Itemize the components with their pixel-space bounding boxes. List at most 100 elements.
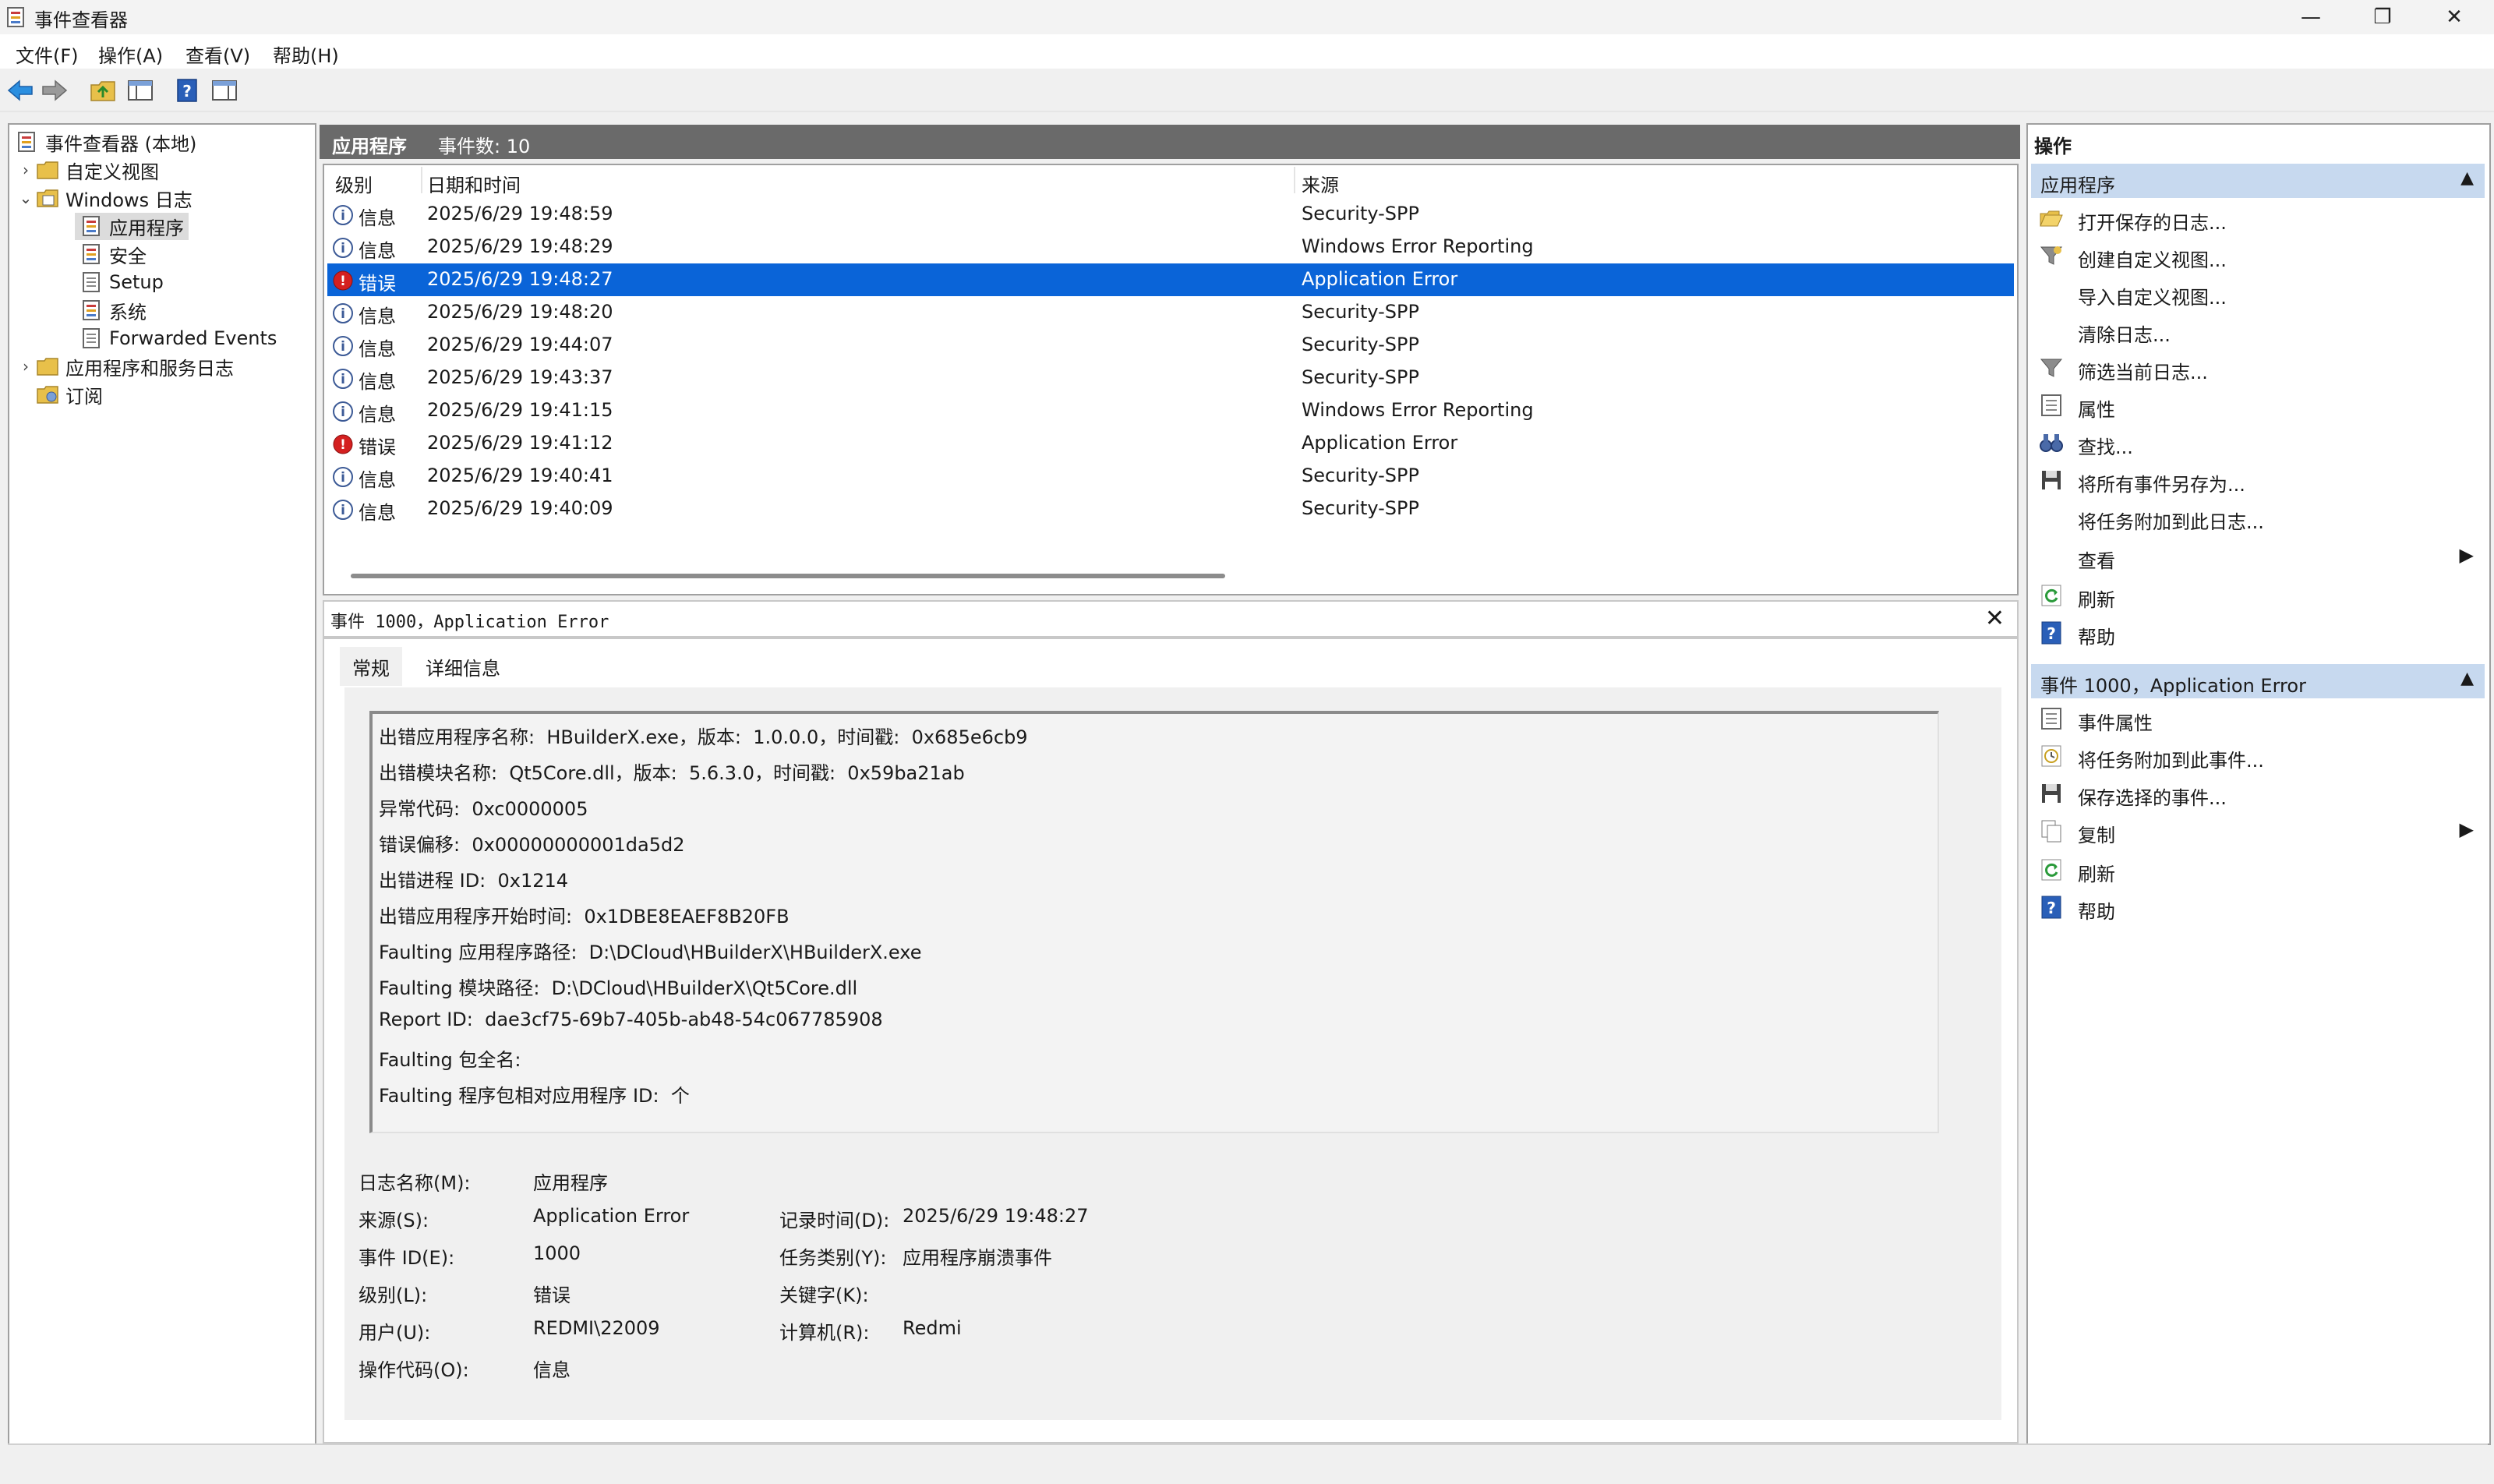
table-row[interactable]: i 信息 2025/6/29 19:43:37 Security-SPP	[327, 362, 2014, 394]
action-attach-task-to-event[interactable]: 将任务附加到此事件...	[2031, 737, 2485, 775]
help-icon: ?	[2041, 896, 2061, 919]
description-line: 出错模块名称: Qt5Core.dll，版本: 5.6.3.0，时间戳: 0x5…	[379, 762, 965, 784]
task-category-label: 任务类别(Y):	[779, 1247, 887, 1269]
tree-item-root[interactable]: 事件查看器 (本地)	[16, 128, 196, 156]
table-row[interactable]: i 信息 2025/6/29 19:40:41 Security-SPP	[327, 460, 2014, 493]
svg-text:i: i	[341, 208, 345, 224]
user-label: 用户(U):	[359, 1322, 431, 1344]
tree-item-custom-views[interactable]: › 自定义视图	[16, 156, 159, 184]
column-header-level[interactable]: 级别	[335, 170, 373, 197]
menu-file[interactable]: 文件(F)	[16, 41, 79, 68]
action-label: 创建自定义视图...	[2078, 249, 2227, 271]
event-detail-title: 事件 1000，Application Error	[330, 613, 609, 632]
description-line: 出错应用程序开始时间: 0x1DBE8EAEF8B20FB	[379, 906, 790, 928]
log-icon	[83, 328, 100, 348]
tree-item-subscriptions[interactable]: 订阅	[36, 380, 103, 408]
tree-item-system[interactable]: 系统	[79, 296, 147, 324]
action-save-selected-events[interactable]: 保存选择的事件...	[2031, 775, 2485, 812]
action-label: 刷新	[2078, 589, 2115, 611]
row-level: 错误	[359, 273, 396, 295]
actions-section-application[interactable]: 应用程序 ▲	[2031, 164, 2485, 198]
help-toolbar-button[interactable]: ?	[171, 75, 203, 106]
action-filter-current-log[interactable]: 筛选当前日志...	[2031, 349, 2485, 387]
horizontal-scrollbar[interactable]	[351, 574, 1225, 578]
chevron-down-icon[interactable]: ⌄	[16, 189, 36, 207]
column-header-datetime[interactable]: 日期和时间	[427, 170, 521, 197]
action-create-custom-view[interactable]: 创建自定义视图...	[2031, 237, 2485, 274]
column-header-source[interactable]: 来源	[1302, 170, 1339, 197]
row-source: Security-SPP	[1302, 301, 1419, 323]
row-source: Application Error	[1302, 432, 1458, 454]
info-icon: i	[333, 467, 353, 487]
table-row[interactable]: ! 错误 2025/6/29 19:48:27 Application Error	[327, 263, 2014, 296]
row-level: 信息	[359, 240, 396, 262]
action-refresh-event[interactable]: 刷新	[2031, 851, 2485, 889]
minimize-button[interactable]: —	[2276, 0, 2346, 34]
table-row[interactable]: i 信息 2025/6/29 19:48:59 Security-SPP	[327, 198, 2014, 231]
show-hide-action-pane-button[interactable]	[209, 75, 240, 106]
console-tree-icon	[128, 80, 153, 101]
show-hide-console-tree-button[interactable]	[125, 75, 156, 106]
back-button[interactable]	[5, 75, 36, 106]
log-icon	[83, 216, 100, 236]
back-arrow-icon	[7, 80, 33, 101]
tree-item-forwarded-events[interactable]: Forwarded Events	[79, 324, 277, 352]
action-label: 事件属性	[2078, 712, 2153, 734]
table-row[interactable]: i 信息 2025/6/29 19:41:15 Windows Error Repor…	[327, 394, 2014, 427]
tree-item-windows-logs[interactable]: ⌄ Windows 日志	[16, 184, 193, 212]
close-window-button[interactable]: ✕	[2419, 0, 2489, 34]
action-refresh[interactable]: 刷新	[2031, 577, 2485, 614]
column-divider[interactable]	[421, 167, 422, 193]
actions-section-event[interactable]: 事件 1000，Application Error ▲	[2031, 664, 2485, 698]
row-source: Security-SPP	[1302, 334, 1419, 355]
chevron-right-icon[interactable]: ›	[16, 357, 36, 376]
collapse-arrow-icon[interactable]: ▲	[2460, 168, 2474, 188]
table-row[interactable]: i 信息 2025/6/29 19:48:20 Security-SPP	[327, 296, 2014, 329]
menu-view[interactable]: 查看(V)	[185, 41, 250, 68]
action-import-custom-view[interactable]: 导入自定义视图...	[2031, 274, 2485, 312]
event-description-box[interactable]: 出错应用程序名称: HBuilderX.exe，版本: 1.0.0.0，时间戳:…	[369, 711, 1939, 1133]
action-save-all-events-as[interactable]: 将所有事件另存为...	[2031, 461, 2485, 499]
action-help-event[interactable]: ? 帮助	[2031, 889, 2485, 926]
close-detail-button[interactable]: ✕	[1985, 605, 2005, 632]
tree-item-app-service-logs[interactable]: › 应用程序和服务日志	[16, 352, 234, 380]
up-folder-button[interactable]	[87, 75, 118, 106]
tab-general[interactable]: 常规	[340, 647, 402, 686]
table-row[interactable]: i 信息 2025/6/29 19:44:07 Security-SPP	[327, 329, 2014, 362]
tree-application-label: 应用程序	[109, 217, 184, 239]
event-list: 级别 日期和时间 来源 i 信息 2025/6/29 19:48:59 Securit…	[323, 164, 2019, 595]
logged-value: 2025/6/29 19:48:27	[903, 1205, 1089, 1227]
action-properties[interactable]: 属性	[2031, 387, 2485, 424]
info-icon: i	[333, 369, 353, 389]
svg-text:i: i	[341, 339, 345, 355]
collapse-arrow-icon[interactable]: ▲	[2460, 669, 2474, 688]
table-row[interactable]: i 信息 2025/6/29 19:40:09 Security-SPP	[327, 493, 2014, 525]
action-event-properties[interactable]: 事件属性	[2031, 700, 2485, 737]
table-row[interactable]: i 信息 2025/6/29 19:48:29 Windows Error Repor…	[327, 231, 2014, 263]
tree-item-setup[interactable]: Setup	[79, 268, 164, 296]
event-id-value: 1000	[533, 1242, 581, 1264]
action-attach-task-to-log[interactable]: 将任务附加到此日志...	[2031, 499, 2485, 536]
column-divider[interactable]	[1294, 167, 1295, 193]
menu-action[interactable]: 操作(A)	[98, 41, 163, 68]
info-icon: i	[333, 205, 353, 225]
maximize-button[interactable]: ❐	[2347, 0, 2418, 34]
log-name-value: 应用程序	[533, 1172, 608, 1194]
tree-item-application[interactable]: 应用程序	[75, 212, 189, 240]
forward-arrow-icon	[42, 80, 68, 101]
action-clear-log[interactable]: 清除日志...	[2031, 312, 2485, 349]
forward-button[interactable]	[39, 75, 70, 106]
help-icon: ?	[2041, 621, 2061, 645]
action-view-submenu[interactable]: 查看 ▶	[2031, 538, 2485, 575]
action-open-saved-log[interactable]: 打开保存的日志...	[2031, 200, 2485, 237]
tree-item-security[interactable]: 安全	[79, 240, 147, 268]
table-row[interactable]: ! 错误 2025/6/29 19:41:12 Application Error	[327, 427, 2014, 460]
chevron-right-icon[interactable]: ›	[16, 161, 36, 179]
tab-details[interactable]: 详细信息	[413, 647, 513, 686]
action-find[interactable]: 查找...	[2031, 424, 2485, 461]
menu-help[interactable]: 帮助(H)	[273, 41, 339, 68]
action-copy-submenu[interactable]: 复制 ▶	[2031, 812, 2485, 850]
tree-windows-logs-label: Windows 日志	[65, 189, 193, 211]
svg-text:?: ?	[2047, 624, 2056, 643]
action-help[interactable]: ? 帮助	[2031, 614, 2485, 652]
